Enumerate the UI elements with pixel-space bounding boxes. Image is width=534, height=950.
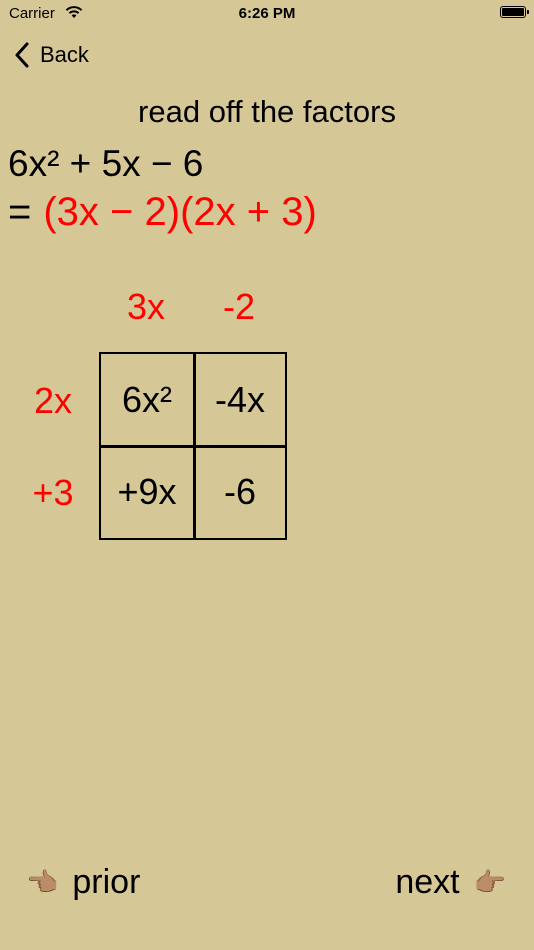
column-factor-2: -2: [222, 286, 255, 327]
factored-expression: (3x − 2)(2x + 3): [43, 190, 317, 234]
cell-bottom-left: +9x: [117, 470, 177, 512]
prior-label: prior: [72, 862, 141, 901]
prior-button[interactable]: 👈🏽 prior: [26, 858, 140, 906]
page-title: read off the factors: [138, 94, 396, 129]
cell-bottom-right: -6: [223, 470, 256, 512]
chevron-left-icon: [15, 42, 29, 68]
factored-form: = (3x − 2)(2x + 3): [8, 190, 317, 235]
pointing-left-hand-icon: 👈🏽: [26, 866, 59, 897]
back-label: Back: [40, 42, 89, 67]
row-factor-1: 2x: [33, 380, 73, 421]
pointing-right-hand-icon: 👉🏽: [473, 866, 506, 897]
cell-top-right: -4x: [214, 378, 265, 420]
next-button[interactable]: next 👉🏽: [395, 858, 506, 906]
clock: 6:26 PM: [238, 5, 296, 22]
status-bar: Carrier 6:26 PM: [0, 0, 534, 28]
cell-top-left: 6x²: [121, 378, 172, 420]
row-factor-2: +3: [32, 472, 74, 513]
battery-icon: [500, 6, 529, 18]
equals-sign: =: [8, 190, 32, 234]
back-button[interactable]: Back: [14, 38, 89, 72]
column-factor-1: 3x: [126, 286, 166, 327]
area-model-box: 6x² -4x +9x -6: [99, 352, 287, 540]
next-label: next: [395, 862, 460, 901]
quadratic-expression: 6x² + 5x − 6: [8, 143, 204, 184]
